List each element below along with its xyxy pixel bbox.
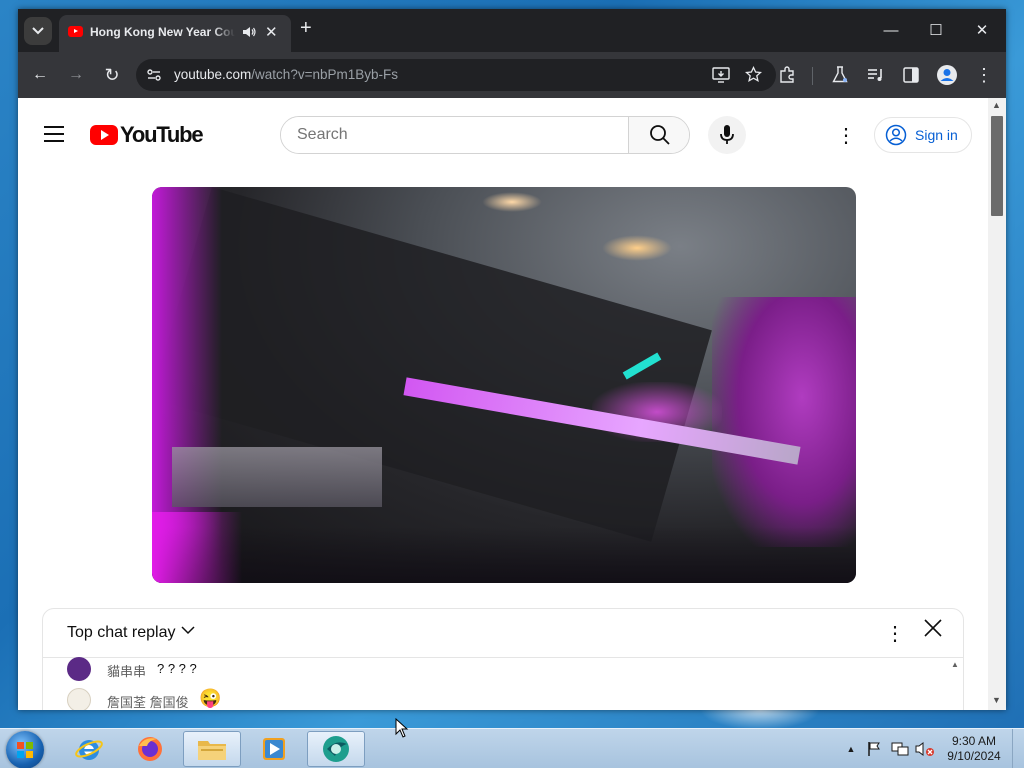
side-panel-icon[interactable]	[900, 64, 922, 86]
chat-author[interactable]: 詹国荃 詹国俊	[107, 692, 189, 710]
url-text[interactable]: youtube.com/watch?v=nbPm1Byb-Fs	[174, 67, 398, 82]
mouse-cursor-icon	[395, 717, 409, 743]
new-tab-button[interactable]: +	[300, 17, 312, 40]
video-frame-pink-light	[152, 512, 242, 583]
chat-message: 詹国荃 詹国俊 😜	[67, 688, 867, 710]
labs-flask-icon[interactable]	[829, 64, 851, 86]
search-input[interactable]	[281, 117, 627, 153]
address-bar[interactable]: youtube.com/watch?v=nbPm1Byb-Fs	[136, 59, 776, 91]
page-scrollbar[interactable]: ▲ ▼	[988, 98, 1006, 710]
install-app-icon[interactable]	[712, 67, 730, 88]
scroll-up-arrow[interactable]: ▲	[992, 100, 1001, 110]
show-desktop-button[interactable]	[1012, 729, 1024, 768]
close-icon	[924, 619, 942, 637]
scroll-thumb[interactable]	[991, 116, 1003, 216]
minimize-button[interactable]: —	[871, 15, 911, 45]
extensions-icon[interactable]	[776, 64, 798, 86]
url-path: /watch?v=nbPm1Byb-Fs	[251, 67, 398, 82]
video-player[interactable]	[152, 187, 856, 583]
browser-menu-icon[interactable]: ⋮	[973, 64, 995, 86]
avatar[interactable]	[67, 688, 91, 710]
chat-text: ? ? ? ?	[157, 661, 197, 676]
chat-scroll-up-icon[interactable]: ▲	[951, 660, 959, 669]
tab-active[interactable]: Hong Kong New Year Countdown ✕	[59, 15, 291, 52]
reload-button[interactable]: ↻	[101, 64, 123, 86]
microphone-icon	[720, 125, 734, 144]
video-frame-sleeve	[712, 297, 856, 547]
sign-in-button[interactable]: Sign in	[874, 117, 972, 153]
video-frame-shadow	[152, 527, 856, 583]
search-icon	[650, 125, 670, 145]
youtube-logo-text[interactable]: YouTube	[120, 122, 204, 148]
video-frame-light	[602, 235, 672, 261]
site-info-icon[interactable]	[146, 67, 162, 88]
chat-message: 貓串串 ? ? ? ?	[67, 657, 867, 681]
bookmark-star-icon[interactable]	[744, 65, 763, 88]
chat-text: 😜	[199, 688, 222, 708]
firefox-icon	[138, 737, 162, 761]
youtube-logo-icon[interactable]	[90, 125, 118, 145]
url-host: youtube.com	[174, 67, 252, 82]
hamburger-menu-icon[interactable]	[44, 126, 64, 147]
action-center-flag-icon[interactable]	[864, 733, 884, 765]
forward-button[interactable]: →	[65, 64, 87, 86]
voice-search-button[interactable]	[708, 116, 746, 154]
tab-title: Hong Kong New Year Countdown	[90, 25, 235, 39]
clock-time: 9:30 AM	[951, 734, 997, 748]
chat-more-button[interactable]: ⋮	[885, 621, 905, 646]
volume-muted-icon[interactable]	[914, 733, 936, 765]
browser-app-icon	[323, 736, 349, 762]
close-window-button[interactable]: ✕	[962, 15, 1002, 45]
folder-icon	[198, 741, 226, 760]
back-button[interactable]: ←	[29, 64, 51, 86]
speaker-icon[interactable]	[242, 25, 256, 44]
tab-strip: Hong Kong New Year Countdown ✕ + — ☐ ✕	[18, 9, 1006, 52]
search-box	[280, 116, 690, 154]
clock-date: 9/10/2024	[947, 749, 1001, 763]
taskbar-firefox[interactable]	[121, 731, 179, 767]
account-circle-icon	[885, 124, 907, 146]
windows-logo-icon	[17, 742, 33, 758]
show-hidden-icons-button[interactable]: ▲	[844, 733, 858, 765]
maximize-button[interactable]: ☐	[916, 15, 956, 45]
taskbar-file-explorer[interactable]	[183, 731, 241, 767]
chat-title[interactable]: Top chat replay	[67, 624, 176, 642]
avatar[interactable]	[67, 657, 91, 681]
video-frame-panel	[172, 447, 382, 507]
browser-toolbar: ← → ↻ youtube.com/watch?v=nbPm1Byb-Fs ⋮	[18, 52, 1006, 98]
profile-avatar-icon[interactable]	[936, 64, 958, 86]
media-player-icon	[263, 738, 285, 760]
youtube-page: YouTube ⋮ Sign in	[18, 98, 988, 710]
chat-replay-panel: Top chat replay ⋮ ▲ 貓串串 ? ? ? ? 詹国荃 詹国俊 …	[42, 608, 964, 710]
taskbar-internet-explorer[interactable]	[60, 731, 118, 767]
taskbar-chrome-app[interactable]	[307, 731, 365, 767]
tab-close-button[interactable]: ✕	[265, 23, 278, 41]
toolbar-separator	[812, 67, 813, 85]
internet-explorer-icon	[75, 740, 103, 760]
sign-in-label: Sign in	[915, 127, 958, 143]
youtube-favicon-icon	[68, 26, 83, 37]
network-icon[interactable]	[889, 733, 911, 765]
chevron-down-icon[interactable]	[181, 622, 195, 638]
start-button[interactable]	[6, 731, 44, 768]
browser-window: Hong Kong New Year Countdown ✕ + — ☐ ✕ ←…	[18, 9, 1006, 710]
chevron-down-icon	[32, 27, 44, 35]
search-button[interactable]	[628, 117, 689, 153]
video-frame-light	[482, 192, 542, 212]
settings-more-button[interactable]: ⋮	[836, 120, 856, 150]
chat-author[interactable]: 貓串串	[107, 661, 146, 680]
tab-search-button[interactable]	[24, 17, 52, 45]
taskbar: ▲ 9:30 AM 9/10/2024	[0, 728, 1024, 768]
scroll-down-arrow[interactable]: ▼	[992, 695, 1001, 705]
system-clock[interactable]: 9:30 AM 9/10/2024	[940, 734, 1008, 764]
taskbar-media-player[interactable]	[245, 731, 303, 767]
chat-close-button[interactable]	[923, 617, 943, 645]
media-controls-icon[interactable]	[865, 64, 887, 86]
